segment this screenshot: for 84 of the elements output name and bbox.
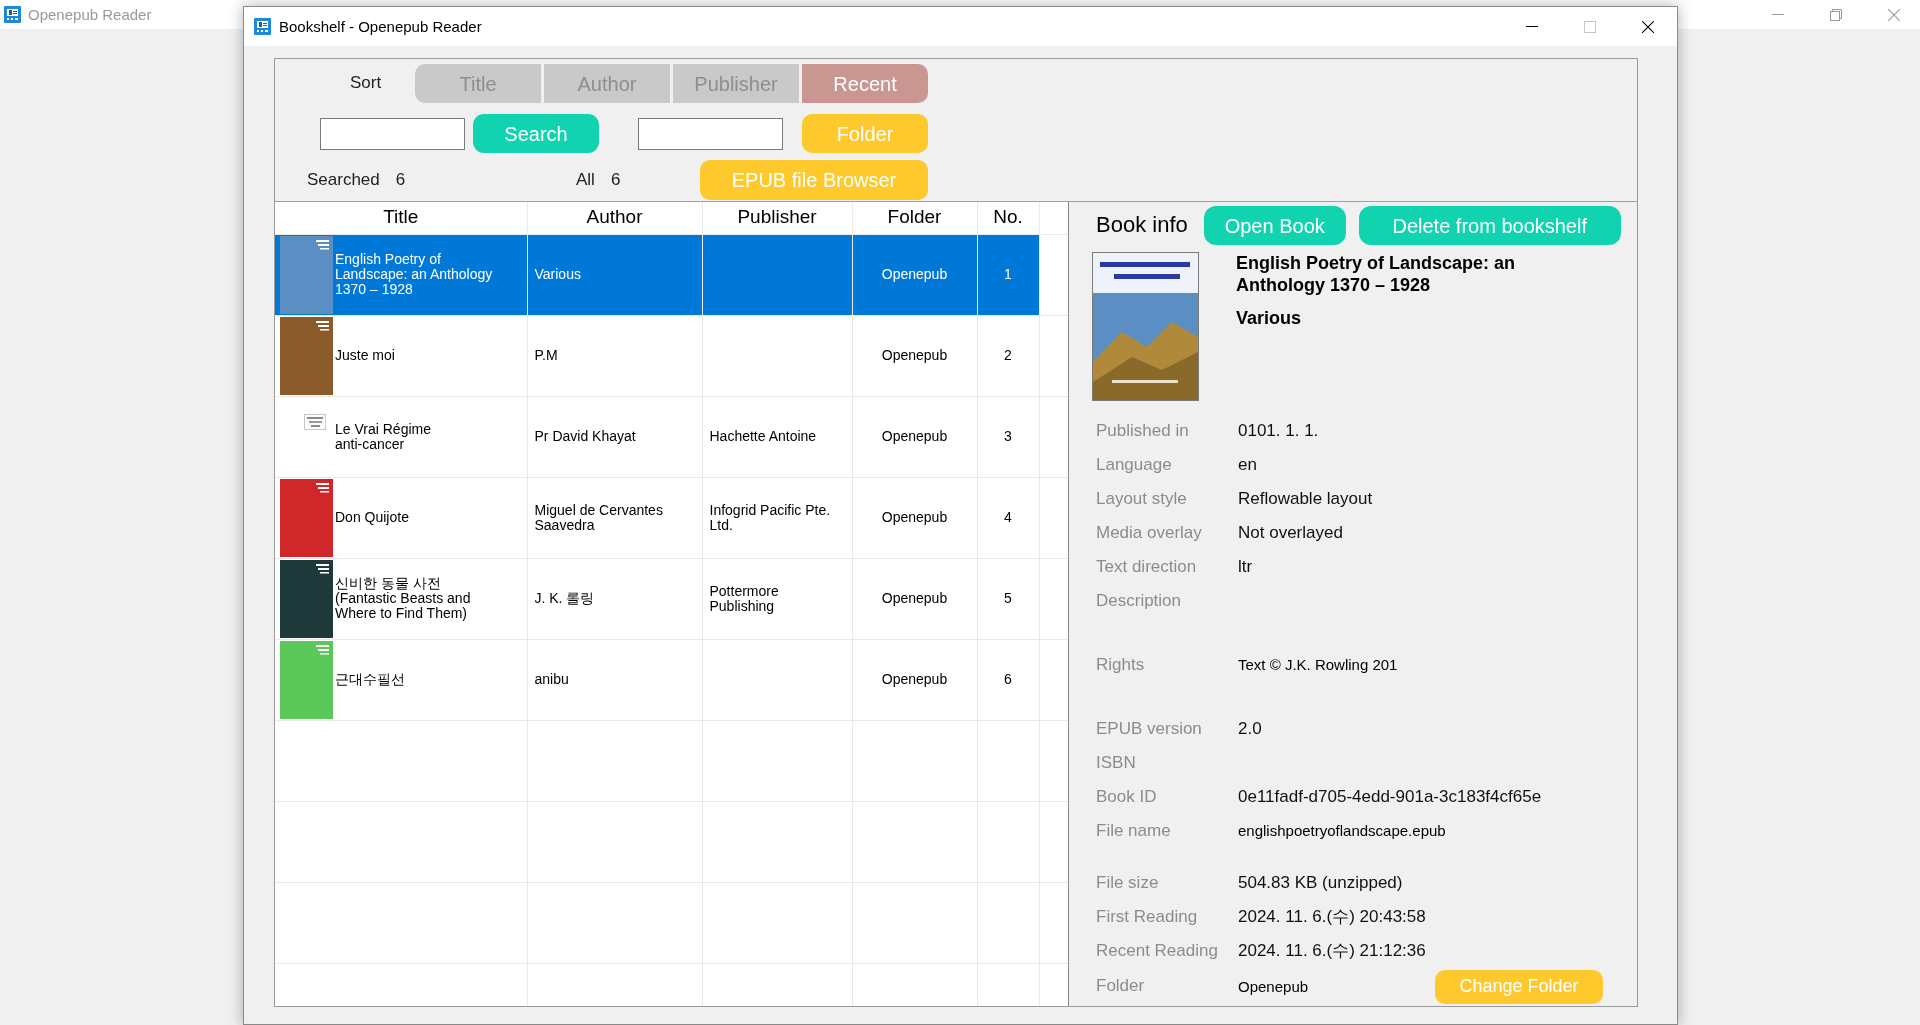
table-row[interactable]: English Poetry of Landscape: an Anthology 1370 – 1928 Various Openepub 1 — [275, 234, 1068, 315]
table-cell: Openepub — [852, 558, 977, 639]
field-value: 0101. 1. 1. — [1238, 420, 1319, 442]
table-cell: P.M — [527, 315, 702, 396]
table-cell: Openepub — [852, 234, 977, 315]
table-cell: 1 — [977, 234, 1039, 315]
count-label: Searched — [307, 169, 380, 191]
app-icon — [254, 18, 271, 35]
table-cell: 3 — [977, 396, 1039, 477]
column-header[interactable]: Publisher — [702, 202, 852, 234]
field-label: ISBN — [1096, 752, 1137, 774]
count-value: 6 — [395, 169, 406, 191]
field-label: Description — [1096, 590, 1183, 612]
table-cell: 5 — [977, 558, 1039, 639]
table-row[interactable]: Don Quijote Miguel de Cervantes Saavedra Infogrid Pacific Pte. Ltd. Openepub 4 — [275, 477, 1068, 558]
book-cover — [304, 413, 326, 430]
column-header[interactable]: Title — [275, 202, 527, 234]
field-label: Book ID — [1096, 786, 1158, 808]
title-text: Le Vrai Régime anti-cancer — [335, 421, 432, 452]
sort-tab[interactable]: Recent — [802, 64, 928, 103]
app-title: Openepub Reader — [28, 5, 152, 24]
field-label: First Reading — [1096, 906, 1199, 928]
table-row[interactable]: Le Vrai Régime anti-cancer Pr David Khayat Hachette Antoine Openepub 3 — [275, 396, 1068, 477]
title-text: 근대수필선 — [335, 672, 405, 687]
table-cell: 4 — [977, 477, 1039, 558]
field-value: 504.83 KB (unzipped) — [1238, 872, 1403, 894]
search-field[interactable] — [320, 117, 465, 150]
field-value: ltr — [1238, 556, 1253, 578]
table-cell: Openepub — [852, 477, 977, 558]
title-text: 신비한 동물 사전 (Fantastic Beasts and Where to Find Them) — [335, 576, 472, 621]
table-row[interactable]: Juste moi P.M Openepub 2 — [275, 315, 1068, 396]
table-cell: Pr David Khayat — [527, 396, 702, 477]
field-value: en — [1238, 454, 1257, 476]
book-info-heading: Book info — [1096, 212, 1188, 239]
title-text: English Poetry of Landscape: an Anthology 1370 – 1928 — [335, 252, 494, 297]
field-label: Published in — [1096, 420, 1190, 442]
field-label: Layout style — [1096, 488, 1188, 510]
table-cell: Miguel de Cervantes Saavedra — [527, 477, 702, 558]
folder-field[interactable] — [638, 117, 783, 150]
field-value: 2024. 11. 6.(수) 21:12:36 — [1238, 940, 1426, 962]
table-cell-text: Infogrid Pacific Pte. Ltd. — [709, 502, 832, 533]
count-label: All — [576, 169, 595, 191]
column-header[interactable]: No. — [977, 202, 1039, 234]
book-title: English Poetry of Landscape: an Anthology 1370 – 1928 — [1236, 252, 1517, 296]
table-row[interactable]: 신비한 동물 사전 (Fantastic Beasts and Where to Find Them) J. K. 롤링 Pottermore Publishing Openepub 5 — [275, 558, 1068, 639]
field-label: Media overlay — [1096, 522, 1203, 544]
field-label: Text direction — [1096, 556, 1198, 578]
table-cell: 2 — [977, 315, 1039, 396]
sort-label: Sort — [350, 73, 383, 94]
table-cell: anibu — [527, 639, 702, 720]
book-author: Various — [1236, 307, 1303, 329]
field-label: File name — [1096, 820, 1172, 842]
field-value: 2.0 — [1238, 718, 1262, 740]
table-cell: 6 — [977, 639, 1039, 720]
field-label: Language — [1096, 454, 1173, 476]
field-value: Not overlayed — [1238, 522, 1343, 544]
table-cell: Openepub — [852, 315, 977, 396]
column-header[interactable]: Author — [527, 202, 702, 234]
table-cell: Openepub — [852, 639, 977, 720]
field-label: EPUB version — [1096, 718, 1203, 740]
field-value: 0e11fadf-d705-4edd-901a-3c183f4cf65e — [1238, 786, 1542, 808]
field-label: Rights — [1096, 654, 1146, 676]
close-icon[interactable] — [1642, 20, 1654, 33]
field-value: Text © J.K. Rowling 201 — [1238, 655, 1398, 675]
title-text: Juste moi — [335, 348, 395, 363]
app-icon — [4, 6, 21, 23]
restore-icon[interactable] — [1830, 8, 1842, 21]
table-cell: J. K. 롤링 — [527, 558, 702, 639]
field-value: Openepub — [1238, 977, 1309, 996]
table-cell: Various — [527, 234, 702, 315]
column-header[interactable]: Folder — [852, 202, 977, 234]
field-label: Recent Reading — [1096, 940, 1219, 962]
field-label: File size — [1096, 872, 1160, 894]
field-value: 2024. 11. 6.(수) 20:43:58 — [1238, 906, 1426, 928]
field-value: Reflowable layout — [1238, 488, 1373, 510]
field-label: Folder — [1096, 976, 1146, 997]
window-title: Bookshelf - Openepub Reader — [279, 17, 482, 36]
field-value: englishpoetryoflandscape.epub — [1238, 821, 1446, 841]
count-value: 6 — [610, 169, 621, 191]
table-row[interactable]: 근대수필선 anibu Openepub 6 — [275, 639, 1068, 720]
table-cell-text: Pottermore Publishing — [709, 583, 780, 614]
title-text: Don Quijote — [335, 510, 409, 525]
table-cell: Openepub — [852, 396, 977, 477]
table-cell: Hachette Antoine — [709, 429, 817, 444]
